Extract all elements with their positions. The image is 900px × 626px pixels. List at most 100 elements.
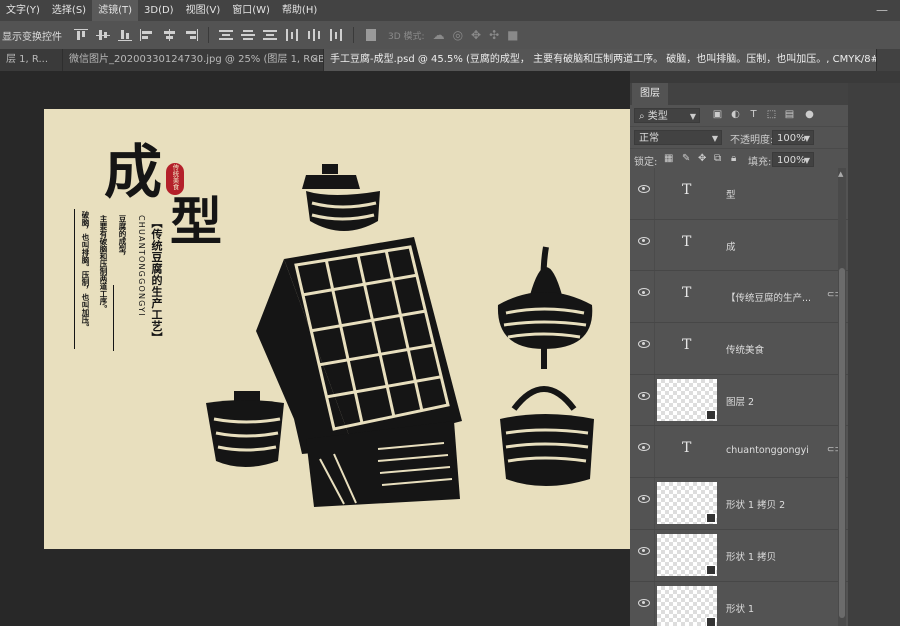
smart-object-badge-icon (706, 409, 716, 420)
3d-roll-icon[interactable]: ◎ (453, 28, 463, 42)
chevron-down-icon: ▼ (803, 134, 810, 143)
blend-mode-value: 正常 (639, 133, 659, 144)
text-layer-icon: T (682, 182, 692, 198)
visibility-eye-icon[interactable] (638, 546, 650, 555)
visibility-eye-icon[interactable] (638, 391, 650, 400)
menu-filter[interactable]: 滤镜(T) (92, 0, 138, 21)
lock-transparency-icon[interactable]: ▦ (664, 153, 673, 164)
layer-row[interactable]: T 【传统豆腐的生产... ⊂⊃ (630, 271, 848, 324)
layer-row[interactable]: 形状 1 拷贝 2 (630, 478, 848, 530)
filter-toggle-icon[interactable]: ● (804, 109, 815, 120)
distribute-right-icon[interactable] (329, 29, 343, 41)
align-right-icon[interactable] (184, 29, 198, 41)
align-hcenter-icon[interactable] (162, 29, 176, 41)
smart-object-badge-icon (706, 616, 716, 626)
chevron-down-icon: ▼ (711, 134, 718, 143)
align-top-icon[interactable] (74, 29, 88, 41)
menu-help[interactable]: 帮助(H) (276, 0, 323, 21)
tab-document-active[interactable]: 手工豆腐-成型.psd @ 45.5% (豆腐的成型， 主要有破脑和压制两道工序… (324, 49, 877, 71)
scroll-up-icon[interactable]: ▲ (838, 170, 843, 178)
layer-name[interactable]: 型 (726, 187, 736, 201)
distribute-hcenter-icon[interactable] (307, 29, 321, 41)
layer-name[interactable]: 形状 1 拷贝 (726, 549, 776, 563)
layer-name[interactable]: 形状 1 拷贝 2 (726, 497, 785, 511)
distribute-vcenter-icon[interactable] (241, 29, 255, 41)
menu-window[interactable]: 窗口(W) (226, 0, 276, 21)
layer-name[interactable]: chuantonggongyi (726, 445, 809, 456)
fill-label: 填充: (748, 157, 772, 168)
document-canvas[interactable]: 成 型 传统美食 【传统豆腐的生产工艺】 CHUANTONGGONGYI 豆腐的… (44, 109, 630, 549)
lock-all-icon[interactable]: 🔒︎ (731, 153, 736, 164)
layer-row[interactable]: T 传统美食 (630, 323, 848, 375)
dock-collapse[interactable] (848, 71, 900, 83)
layer-row[interactable]: T成 (630, 219, 848, 272)
visibility-eye-icon[interactable] (638, 288, 650, 297)
layer-thumbnail (657, 585, 717, 626)
document-tabs: 层 1, R... 微信图片_20200330124730.jpg @ 25% … (0, 49, 900, 71)
layer-filter-dropdown[interactable]: ⌕ 类型 ▼ (634, 108, 700, 123)
visibility-eye-icon[interactable] (638, 185, 650, 193)
auto-align-icon[interactable] (364, 29, 378, 41)
filter-pixel-icon[interactable]: ▣ (712, 109, 723, 120)
3d-slide-icon[interactable]: ✣ (489, 28, 499, 42)
layer-name[interactable]: 【传统豆腐的生产... (726, 290, 811, 304)
layer-row[interactable]: 形状 1 拷贝 (630, 529, 848, 582)
opacity-input[interactable]: 100% ▼ (772, 130, 814, 145)
layer-name[interactable]: 形状 1 (726, 601, 754, 615)
3d-drag-icon[interactable]: ✥ (471, 28, 481, 42)
3d-scale-icon[interactable]: ■ (507, 28, 518, 42)
layer-name[interactable]: 传统美食 (726, 342, 764, 356)
options-bar: 显示变换控件 3D 模式: ☁ ◎ ✥ ✣ ■ ⌕ (0, 21, 900, 62)
toolbar-separator (208, 27, 209, 43)
lock-artboard-icon[interactable]: ⧉ (714, 153, 721, 164)
tab-document-2[interactable]: 微信图片_20200330124730.jpg @ 25% (图层 1, RGB… (63, 49, 324, 71)
smart-object-badge-icon (706, 513, 716, 524)
layer-divider (654, 374, 655, 426)
layer-row[interactable]: Tchuantonggongyi ⊂⊃ (630, 426, 848, 479)
tab-label: 层 1, R... (6, 54, 49, 65)
filter-kind-icon: ⌕ (639, 111, 648, 122)
layer-row[interactable]: 形状 1 (630, 581, 848, 626)
visibility-eye-icon[interactable] (638, 495, 650, 504)
visibility-eye-icon[interactable] (638, 340, 650, 349)
minimize-icon[interactable]: — (876, 3, 888, 17)
filter-adjustment-icon[interactable]: ◐ (730, 109, 741, 120)
text-layer-icon: T (682, 337, 692, 354)
distribute-bottom-icon[interactable] (263, 29, 277, 41)
blend-mode-dropdown[interactable]: 正常 ▼ (634, 130, 722, 145)
close-icon[interactable]: × (311, 49, 319, 71)
layers-scrollbar[interactable]: ▲ (838, 168, 846, 626)
distribute-left-icon[interactable] (285, 29, 299, 41)
visibility-eye-icon[interactable] (638, 236, 650, 245)
tab-document-1[interactable]: 层 1, R... (0, 49, 63, 71)
visibility-eye-icon[interactable] (638, 598, 650, 607)
align-bottom-icon[interactable] (118, 29, 132, 41)
filter-smart-object-icon[interactable]: ▤ (784, 109, 795, 120)
layer-row[interactable]: 图层 2 (630, 374, 848, 427)
3d-mode-label: 3D 模式: (388, 31, 425, 42)
layer-name[interactable]: 成 (726, 239, 736, 253)
tab-layers[interactable]: 图层 (632, 83, 668, 105)
layer-row[interactable]: T型 (630, 168, 848, 220)
layer-thumbnail (657, 482, 717, 525)
menu-3d[interactable]: 3D(D) (138, 0, 180, 21)
menu-view[interactable]: 视图(V) (180, 0, 227, 21)
visibility-eye-icon[interactable] (638, 443, 650, 452)
show-transform-controls-label[interactable]: 显示变换控件 (0, 28, 62, 43)
lock-paint-icon[interactable]: ✎ (682, 153, 690, 164)
align-left-icon[interactable] (140, 29, 154, 41)
lock-move-icon[interactable]: ✥ (698, 153, 706, 164)
menu-type[interactable]: 文字(Y) (0, 0, 46, 21)
filter-type-icon[interactable]: T (748, 109, 759, 120)
3d-orbit-icon[interactable]: ☁ (433, 28, 445, 42)
filter-kind-value: 类型 (647, 111, 668, 122)
distribute-top-icon[interactable] (219, 29, 233, 41)
layer-name[interactable]: 图层 2 (726, 394, 754, 408)
menu-select[interactable]: 选择(S) (46, 0, 92, 21)
filter-shape-icon[interactable]: ⬚ (766, 109, 777, 120)
align-vcenter-icon[interactable] (96, 29, 110, 41)
layer-thumbnail (657, 533, 717, 576)
scrollbar-thumb[interactable] (839, 268, 845, 618)
fill-input[interactable]: 100% ▼ (772, 152, 814, 167)
layer-list: T 型 T 成 T 【传统豆腐的生产... ⊂⊃ T 传统美食 图层 2 Tchuantonggon… (630, 168, 848, 626)
